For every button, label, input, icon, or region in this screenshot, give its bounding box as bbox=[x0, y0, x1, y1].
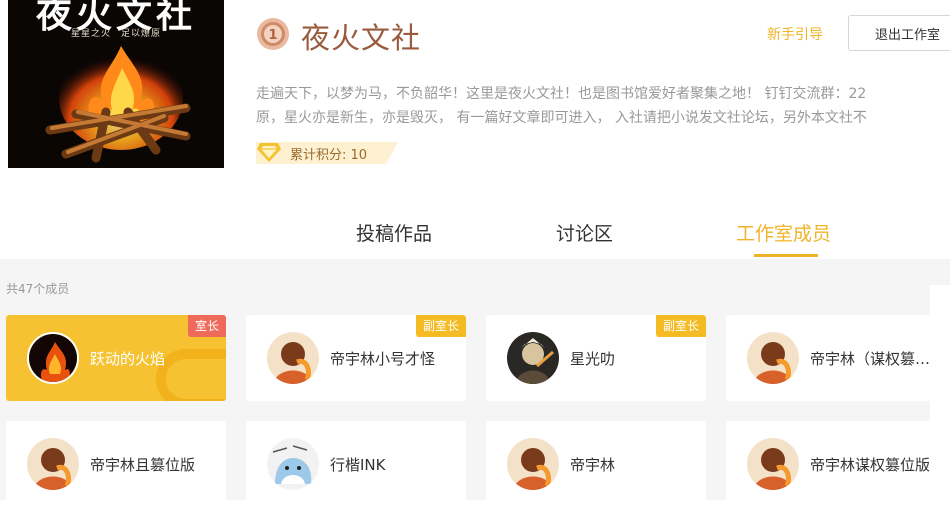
studio-name: 夜火文社 bbox=[301, 21, 422, 55]
score-label: 累计积分: 10 bbox=[290, 148, 368, 163]
studio-tabs: 投稿作品 讨论区 工作室成员 bbox=[0, 215, 950, 259]
exit-studio-button[interactable]: 退出工作室 bbox=[848, 15, 950, 51]
member-avatar bbox=[27, 332, 79, 384]
role-badge-leader: 室长 bbox=[187, 315, 226, 337]
member-avatar bbox=[267, 332, 319, 384]
description-line-1: 走遍天下，以梦为马，不负韶华！这里是夜火文社！也是图书馆爱好者聚集之地！ 钉钉交… bbox=[256, 86, 867, 102]
level-medal-icon: 1 bbox=[257, 18, 289, 50]
member-avatar bbox=[507, 332, 559, 384]
member-name: 帝宇林谋权篡位版 bbox=[810, 456, 931, 474]
member-card[interactable]: 跃动的火焰 室长 bbox=[6, 315, 226, 401]
member-card[interactable]: 帝宇林谋权篡位版 bbox=[726, 421, 946, 507]
member-avatar bbox=[747, 332, 799, 384]
member-name: 行楷INK bbox=[330, 456, 386, 474]
member-card[interactable]: 帝宇林 bbox=[486, 421, 706, 507]
active-tab-underline bbox=[754, 254, 818, 257]
member-avatar bbox=[747, 438, 799, 490]
description-line-2: 原，星火亦是新生，亦是毁灭， 有一篇好文章即可进入， 入社请把小说发文社论坛，另… bbox=[256, 110, 867, 126]
studio-description: 走遍天下，以梦为马，不负韶华！这里是夜火文社！也是图书馆爱好者聚集之地！ 钉钉交… bbox=[256, 82, 950, 130]
member-name: 帝宇林 bbox=[570, 456, 616, 474]
member-card[interactable]: 帝宇林小号才怪 副室长 bbox=[246, 315, 466, 401]
member-card[interactable]: 星光叻 副室长 bbox=[486, 315, 706, 401]
member-name: 帝宇林小号才怪 bbox=[330, 350, 436, 368]
page-bottom-edge bbox=[0, 500, 950, 527]
member-card[interactable]: 帝宇林（谋权篡位版） bbox=[726, 315, 946, 401]
diamond-icon bbox=[257, 143, 281, 162]
tab-discussion[interactable]: 讨论区 bbox=[556, 219, 613, 246]
studio-cover: 夜火文社 星星之火 足以燎原 bbox=[8, 0, 224, 168]
member-name: 星光叻 bbox=[570, 350, 616, 368]
member-avatar bbox=[27, 438, 79, 490]
member-count: 共47个成员 bbox=[6, 282, 70, 296]
member-avatar bbox=[507, 438, 559, 490]
role-badge-deputy: 副室长 bbox=[415, 315, 466, 337]
member-avatar bbox=[267, 438, 319, 490]
newbie-guide-link[interactable]: 新手引导 bbox=[767, 24, 823, 44]
level-number: 1 bbox=[268, 28, 277, 43]
campfire-illustration bbox=[45, 46, 191, 163]
member-card[interactable]: 帝宇林且篡位版 bbox=[6, 421, 226, 507]
member-name: 帝宇林（谋权篡位版） bbox=[810, 350, 934, 368]
tab-members[interactable]: 工作室成员 bbox=[736, 219, 831, 246]
member-card[interactable]: 行楷INK bbox=[246, 421, 466, 507]
member-name: 帝宇林且篡位版 bbox=[90, 456, 196, 474]
role-badge-deputy: 副室长 bbox=[655, 315, 706, 337]
tab-works[interactable]: 投稿作品 bbox=[356, 219, 432, 246]
member-name: 跃动的火焰 bbox=[90, 350, 166, 368]
